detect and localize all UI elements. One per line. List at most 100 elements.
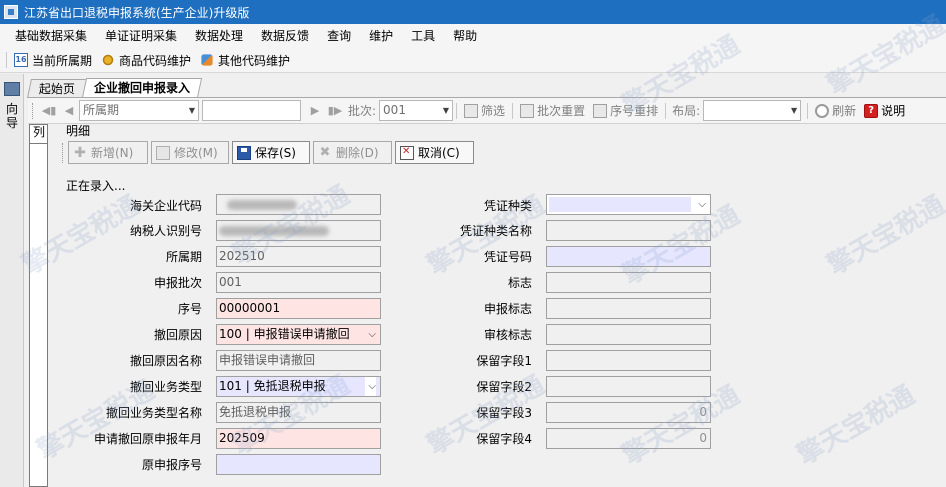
other-code-label: 其他代码维护	[218, 53, 291, 68]
app-icon	[4, 5, 18, 19]
tools-icon	[201, 54, 213, 66]
list-panel-body[interactable]	[30, 143, 47, 486]
withdraw-reason-label: 撤回原因	[153, 328, 202, 342]
reserved-3-value: 0	[699, 405, 707, 419]
plus-icon: ✚	[74, 144, 86, 161]
voucher-number-label: 凭证号码	[483, 250, 532, 264]
layout-label: 布局:	[672, 104, 701, 118]
tab-start-page[interactable]: 起始页	[26, 79, 88, 98]
customs-code-label: 海关企业代码	[129, 199, 202, 213]
withdraw-month-field[interactable]: 202509	[216, 428, 381, 449]
withdraw-type-select[interactable]: 101 | 免抵退税申报 ⌵	[216, 376, 381, 397]
batch-label: 批次:	[348, 104, 377, 118]
menu-maintenance[interactable]: 维护	[362, 24, 400, 48]
voucher-number-field[interactable]	[546, 246, 711, 267]
batch-reset-label: 批次重置	[537, 104, 586, 118]
withdraw-type-value: 101 | 免抵退税申报	[219, 379, 326, 393]
window-title: 江苏省出口退税申报系统(生产企业)升级版	[24, 5, 250, 20]
toolbar-separator	[512, 102, 514, 119]
other-code-button[interactable]: 其他代码维护	[197, 49, 296, 71]
first-record-icon[interactable]: ◀▮	[39, 101, 59, 121]
reserved-4-value: 0	[699, 431, 707, 445]
tab-start-page-label: 起始页	[38, 82, 75, 96]
wizard-sidebar[interactable]: 向导	[0, 74, 24, 487]
help-button[interactable]: ? 说明	[860, 101, 909, 121]
menu-tools[interactable]: 工具	[404, 24, 442, 48]
edit-icon	[156, 145, 170, 160]
original-seq-field[interactable]	[216, 454, 381, 475]
toolbar-separator	[807, 102, 809, 119]
seq-reorder-label: 序号重排	[610, 104, 659, 118]
wizard-icon	[4, 82, 20, 96]
cancel-button[interactable]: 取消(C)	[395, 141, 474, 164]
chevron-down-icon: ⌵	[365, 377, 376, 396]
next-record-icon[interactable]: ▶	[305, 101, 325, 121]
redacted-value	[227, 199, 297, 210]
add-button[interactable]: ✚ 新增(N)	[68, 141, 148, 164]
period-label: 所属期	[165, 250, 202, 264]
withdraw-reason-name-field: 申报错误申请撤回	[216, 350, 381, 371]
menu-certificate[interactable]: 单证证明采集	[98, 24, 184, 48]
filter-label: 筛选	[481, 104, 506, 118]
flag-field	[546, 272, 711, 293]
menu-data-processing[interactable]: 数据处理	[188, 24, 250, 48]
tab-strip: 起始页 企业撤回申报录入	[26, 78, 203, 98]
reserved-2-label: 保留字段2	[476, 380, 532, 394]
product-code-label: 商品代码维护	[119, 53, 192, 68]
refresh-button[interactable]: 刷新	[811, 101, 860, 121]
voucher-type-select[interactable]: ⌵	[546, 194, 711, 215]
menu-query[interactable]: 查询	[320, 24, 358, 48]
toolbar-grip	[32, 102, 35, 119]
withdraw-type-label: 撤回业务类型	[129, 380, 202, 394]
delete-label: 删除(D)	[336, 146, 379, 160]
audit-flag-label: 审核标志	[483, 328, 532, 342]
voucher-type-name-label: 凭证种类名称	[459, 224, 532, 238]
reserved-4-label: 保留字段4	[476, 432, 532, 446]
declare-flag-label: 申报标志	[483, 302, 532, 316]
audit-flag-field	[546, 324, 711, 345]
toolbar-grip	[6, 52, 7, 68]
menu-bar: 基础数据采集 单证证明采集 数据处理 数据反馈 查询 维护 工具 帮助	[0, 24, 946, 48]
withdraw-reason-value: 100 | 申报错误申请撤回	[219, 327, 350, 341]
last-record-icon[interactable]: ▮▶	[325, 101, 345, 121]
period-select[interactable]: 所属期 ▼	[79, 100, 199, 121]
chevron-down-icon: ▼	[790, 106, 798, 115]
save-button[interactable]: 保存(S)	[232, 141, 310, 164]
reserved-4-field: 0	[546, 428, 711, 449]
delete-icon: ✖	[319, 144, 331, 160]
toolbar-separator	[456, 102, 458, 119]
batch-select[interactable]: 001 ▼	[379, 100, 454, 121]
list-panel[interactable]: 列	[29, 124, 48, 487]
quick-toolbar: 16 当前所属期 商品代码维护 其他代码维护	[0, 48, 946, 73]
voucher-type-name-field	[546, 220, 711, 241]
withdraw-month-label: 申请撤回原申报年月	[93, 432, 202, 446]
batch-reset-button[interactable]: 批次重置	[516, 101, 589, 121]
menu-data-feedback[interactable]: 数据反馈	[254, 24, 316, 48]
period-select-value: 所属期	[83, 103, 120, 117]
customs-code-field	[216, 194, 381, 215]
taxpayer-id-label: 纳税人识别号	[129, 224, 202, 238]
layout-select[interactable]: ▼	[703, 100, 802, 121]
help-label: 说明	[881, 104, 906, 118]
withdraw-reason-select[interactable]: 100 | 申报错误申请撤回 ⌵	[216, 324, 381, 345]
flag-label: 标志	[507, 276, 532, 290]
cancel-label: 取消(C)	[418, 146, 460, 160]
product-code-button[interactable]: 商品代码维护	[98, 49, 197, 71]
batch-select-value: 001	[383, 103, 406, 117]
menu-basic-data[interactable]: 基础数据采集	[8, 24, 94, 48]
tab-withdraw-entry-label: 企业撤回申报录入	[94, 81, 191, 95]
filter-icon	[464, 103, 479, 118]
tab-withdraw-entry[interactable]: 企业撤回申报录入	[81, 78, 203, 98]
filter-button[interactable]: 筛选	[460, 101, 509, 121]
menu-help[interactable]: 帮助	[446, 24, 484, 48]
delete-button[interactable]: ✖ 删除(D)	[313, 141, 392, 164]
current-period-button[interactable]: 16 当前所属期	[11, 49, 98, 71]
seq-field[interactable]: 00000001	[216, 298, 381, 319]
reserved-1-field	[546, 350, 711, 371]
seq-reorder-button[interactable]: 序号重排	[589, 101, 662, 121]
detail-title: 明细	[66, 124, 91, 138]
watermark: 擎天宝税通	[822, 190, 946, 282]
prev-record-icon[interactable]: ◀	[59, 101, 79, 121]
edit-button[interactable]: 修改(M)	[151, 141, 229, 164]
period-input[interactable]	[202, 100, 301, 121]
